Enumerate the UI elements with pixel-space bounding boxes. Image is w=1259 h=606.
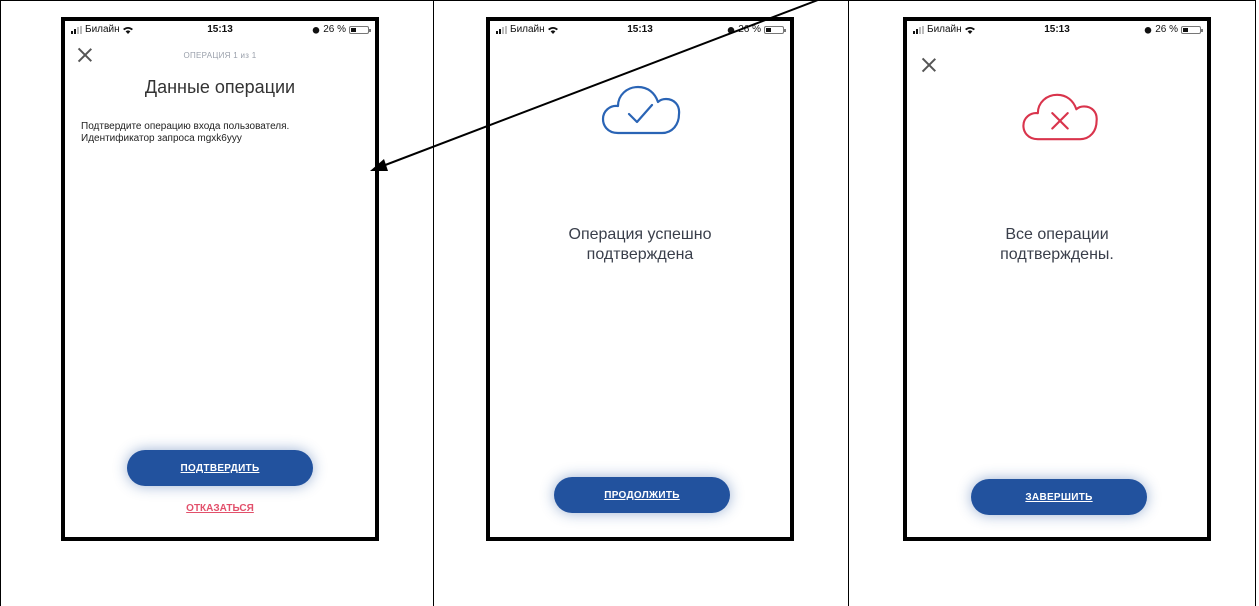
phone-screen-operation-details: Билайн 15:13 26 % ОПЕРАЦИЯ 1 из 1 Данные…	[61, 17, 379, 541]
column-divider	[433, 0, 434, 606]
operation-description: Подтвердите операцию входа пользователя.…	[81, 121, 359, 145]
alarm-icon	[727, 26, 735, 34]
all-confirmed-message: Все операции подтверждены.	[907, 225, 1207, 265]
success-message: Операция успешно подтверждена	[490, 225, 790, 265]
message-line: подтверждена	[586, 246, 694, 263]
alarm-icon	[312, 26, 320, 34]
battery-icon	[764, 25, 786, 34]
alarm-icon	[1144, 26, 1152, 34]
status-bar: Билайн 15:13 26 %	[65, 21, 375, 41]
battery-percent: 26 %	[738, 24, 761, 35]
cloud-error-icon	[1022, 93, 1098, 141]
description-line: Подтвердите операцию входа пользователя.	[81, 121, 290, 132]
message-line: Операция успешно	[568, 226, 712, 243]
phone-screen-operation-success: Билайн 15:13 26 % Операция успешно подтв…	[486, 17, 794, 541]
page-title: Данные операции	[144, 77, 296, 97]
operation-counter: ОПЕРАЦИЯ 1 из 1	[183, 51, 257, 60]
message-line: Все операции	[1005, 226, 1109, 243]
message-line: подтверждены.	[1000, 246, 1114, 263]
battery-icon	[1181, 25, 1203, 34]
column-divider	[848, 0, 849, 606]
status-bar: Билайн 15:13 26 %	[490, 21, 790, 41]
battery-icon	[349, 25, 371, 34]
close-icon[interactable]	[921, 57, 937, 73]
reject-link[interactable]: ОТКАЗАТЬСЯ	[65, 503, 375, 514]
confirm-button[interactable]: ПОДТВЕРДИТЬ	[127, 450, 313, 486]
battery-percent: 26 %	[1155, 24, 1178, 35]
description-line: Идентификатор запроса mgxk6yyy	[81, 133, 242, 144]
finish-button[interactable]: ЗАВЕРШИТЬ	[971, 479, 1147, 515]
cloud-check-icon	[601, 85, 681, 135]
phone-screen-all-confirmed: Билайн 15:13 26 % Все операции подтвержд…	[903, 17, 1211, 541]
continue-button[interactable]: ПРОДОЛЖИТЬ	[554, 477, 730, 513]
battery-percent: 26 %	[323, 24, 346, 35]
status-bar: Билайн 15:13 26 %	[907, 21, 1207, 41]
